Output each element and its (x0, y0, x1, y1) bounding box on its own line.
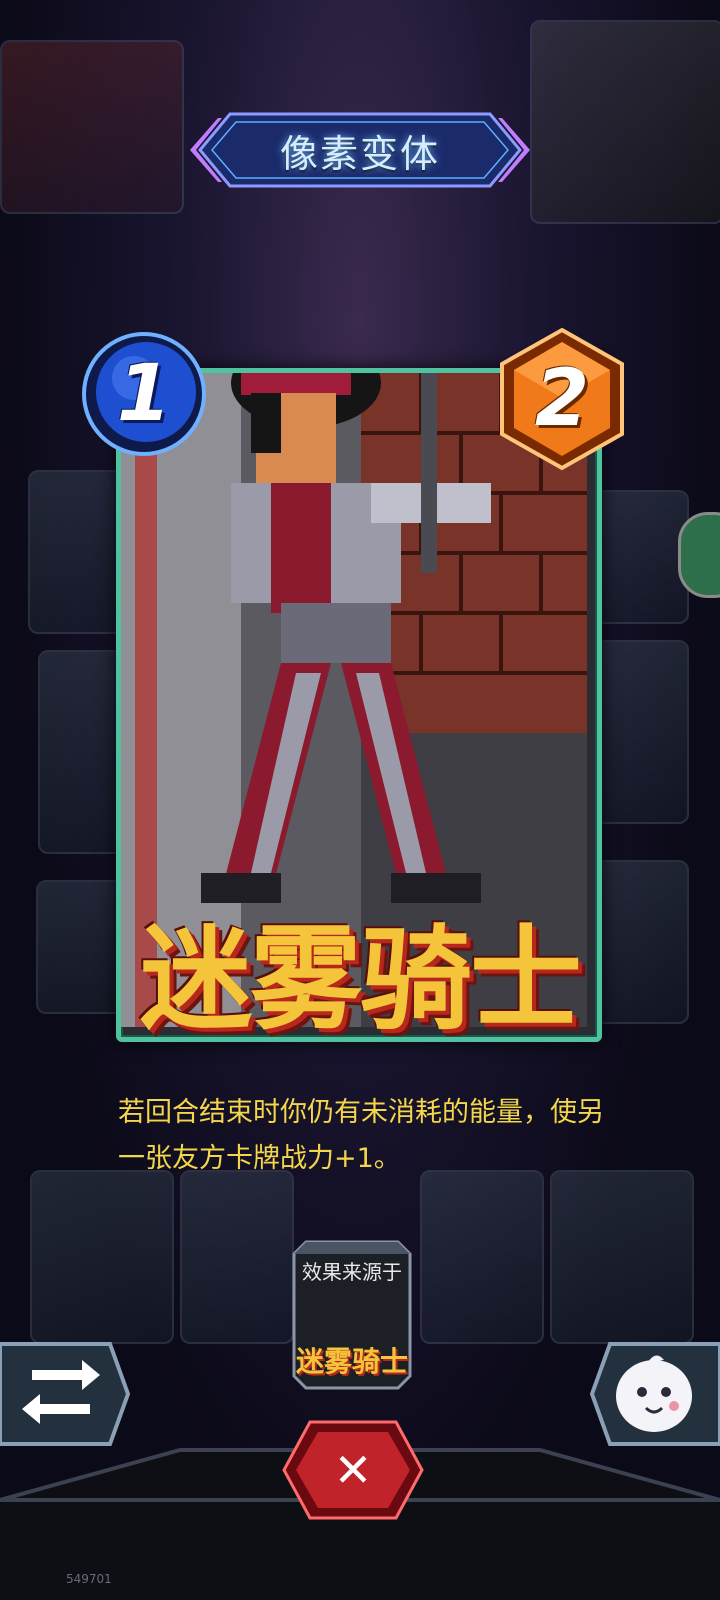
background-card (0, 40, 184, 214)
emote-button[interactable] (590, 1340, 720, 1448)
side-chat-icon[interactable] (678, 512, 720, 598)
energy-cost-gem: 1 (80, 330, 208, 458)
background-card (595, 640, 689, 824)
effect-source-card-name: 迷雾骑士 (295, 1345, 408, 1378)
background-card (530, 20, 720, 224)
close-icon: ✕ (333, 1443, 373, 1497)
card-name-text: 迷雾骑士 (140, 914, 582, 1045)
variant-title-banner: 像素变体 (190, 110, 530, 190)
background-card (595, 490, 689, 624)
card-name-logo: 迷雾骑士 (60, 900, 660, 1045)
background-card (180, 1170, 294, 1344)
power-value: 2 (534, 354, 590, 444)
effect-source-box[interactable]: 效果来源于 迷雾骑士 (292, 1240, 412, 1390)
variant-title: 像素变体 (279, 131, 440, 176)
background-card (420, 1170, 544, 1344)
swap-button[interactable] (0, 1340, 130, 1448)
energy-cost-value: 1 (116, 349, 172, 439)
card-ability-text: 若回合结束时你仍有未消耗的能量，使另一张友方卡牌战力+1。 (118, 1097, 604, 1174)
power-gem: 2 (496, 326, 628, 472)
background-card (30, 1170, 174, 1344)
close-button[interactable]: ✕ (280, 1418, 426, 1522)
background-card (550, 1170, 694, 1344)
footer-id: 549701 (66, 1572, 112, 1586)
effect-source-label: 效果来源于 (302, 1260, 402, 1284)
